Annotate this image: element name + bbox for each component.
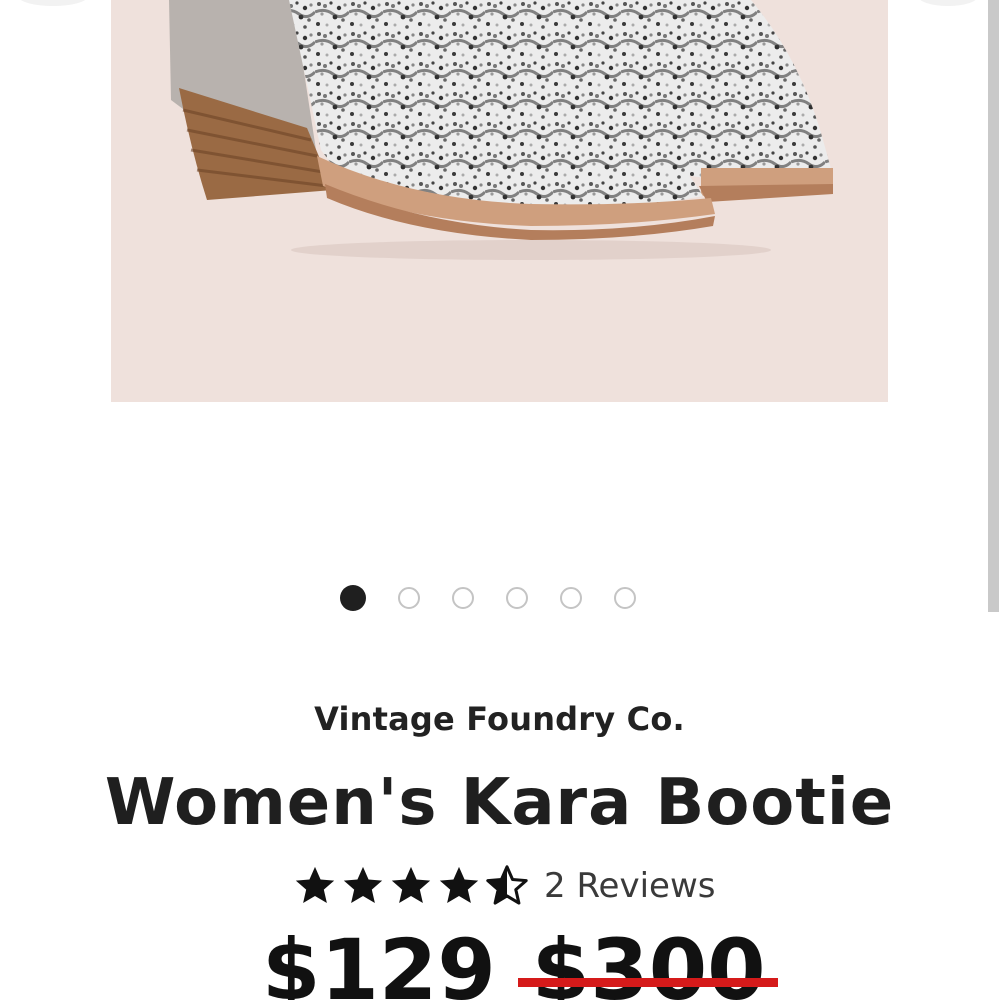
product-title: Women's Kara Bootie bbox=[104, 766, 895, 840]
scrollbar[interactable] bbox=[988, 0, 999, 612]
original-price-value: $300 bbox=[531, 921, 766, 1000]
star-full-icon bbox=[295, 866, 335, 904]
gallery-dot-6[interactable] bbox=[614, 587, 636, 609]
gallery-pagination bbox=[340, 585, 636, 612]
price-block: $129 $300 bbox=[262, 921, 778, 1000]
star-half-icon bbox=[486, 865, 528, 905]
star-rating bbox=[292, 863, 530, 909]
product-page: Vintage Foundry Co. Women's Kara Bootie … bbox=[0, 0, 999, 1000]
gallery-dot-1[interactable] bbox=[340, 585, 366, 611]
star-full-icon bbox=[343, 866, 383, 904]
next-arrow-button[interactable] bbox=[918, 0, 978, 6]
rating-summary[interactable]: 2 Reviews bbox=[292, 862, 715, 910]
brand-name[interactable]: Vintage Foundry Co. bbox=[0, 700, 999, 738]
gallery-dot-2[interactable] bbox=[398, 587, 420, 609]
strikethrough-line bbox=[517, 978, 778, 987]
original-price: $300 bbox=[517, 928, 778, 1000]
star-full-icon bbox=[391, 866, 431, 904]
gallery-dot-3[interactable] bbox=[452, 587, 474, 609]
reviews-link[interactable]: 2 Reviews bbox=[544, 866, 715, 906]
previous-arrow-button[interactable] bbox=[18, 0, 88, 6]
gallery-dot-5[interactable] bbox=[560, 587, 582, 609]
product-image[interactable] bbox=[111, 0, 888, 402]
star-full-icon bbox=[439, 866, 479, 904]
sale-price: $129 bbox=[262, 921, 496, 1000]
gallery-dot-4[interactable] bbox=[506, 587, 528, 609]
